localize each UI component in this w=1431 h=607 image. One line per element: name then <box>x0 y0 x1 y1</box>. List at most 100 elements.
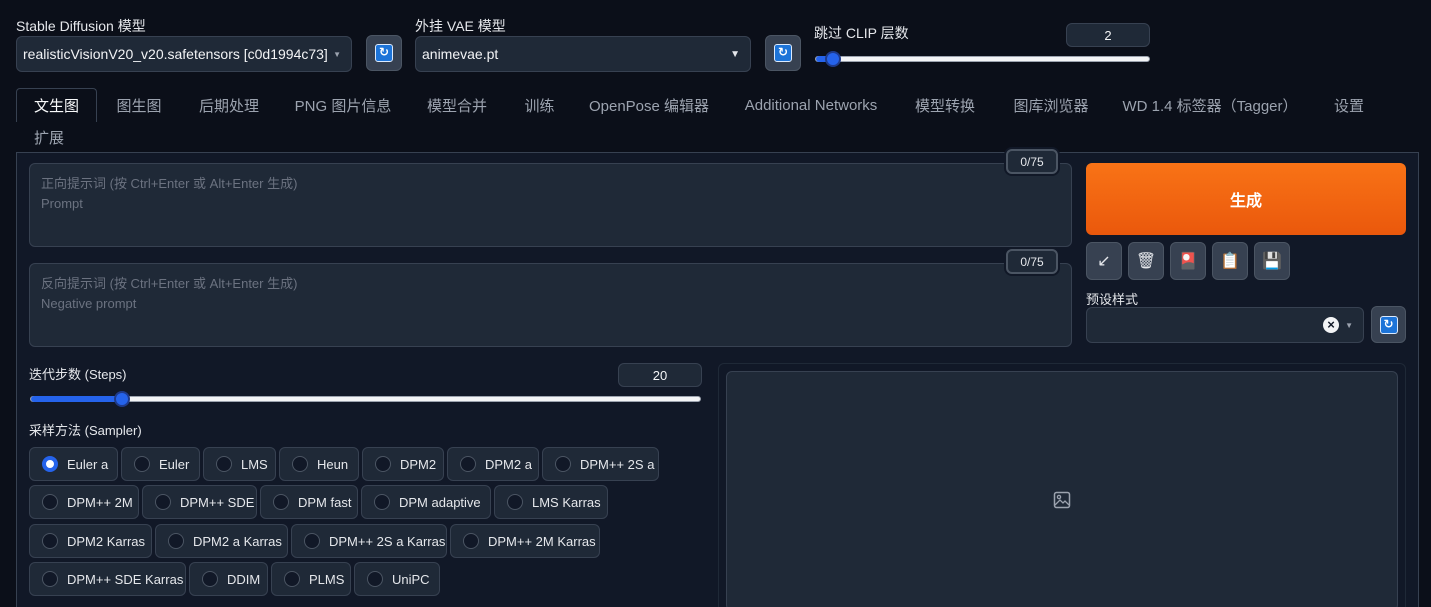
sampler-option[interactable]: DDIM <box>189 562 268 596</box>
sampler-option[interactable]: DPM++ SDE Karras <box>29 562 186 596</box>
styles-label: 预设样式 <box>1086 292 1139 307</box>
read-params-button[interactable]: ↙ <box>1086 242 1122 280</box>
sampler-option-label: Heun <box>317 456 349 472</box>
sampler-option[interactable]: DPM2 a Karras <box>155 524 288 558</box>
trash-icon: 🗑 <box>1135 253 1157 270</box>
styles-dropdown[interactable]: × ▼ <box>1086 307 1364 343</box>
tab-extensions[interactable]: 扩展 <box>16 121 82 153</box>
tab-openpose-editor[interactable]: OpenPose 编辑器 <box>578 88 720 122</box>
refresh-models-button[interactable]: ↻ <box>366 35 402 71</box>
chevron-down-icon: ▼ <box>333 49 341 59</box>
sampler-option-label: LMS <box>241 456 268 472</box>
radio-dot <box>374 494 390 510</box>
radio-dot <box>292 456 308 472</box>
steps-label: 迭代步数 (Steps) <box>29 367 127 382</box>
tab-extras[interactable]: 后期处理 <box>186 88 272 122</box>
radio-dot <box>463 533 479 549</box>
clear-icon[interactable]: × <box>1323 317 1340 333</box>
sampler-option-label: LMS Karras <box>532 494 601 510</box>
sampler-option[interactable]: Euler a <box>29 447 118 481</box>
tab-png-info[interactable]: PNG 图片信息 <box>283 88 403 122</box>
vae-dropdown[interactable]: animevae.pt ▼ <box>415 36 751 72</box>
save-style-button[interactable]: 💾 <box>1254 242 1290 280</box>
slider-thumb[interactable] <box>825 51 841 67</box>
radio-dot <box>202 571 218 587</box>
steps-slider[interactable] <box>30 391 701 407</box>
sampler-option[interactable]: DPM fast <box>260 485 358 519</box>
prompt-textarea[interactable]: 正向提示词 (按 Ctrl+Enter 或 Alt+Enter 生成) Prom… <box>29 163 1072 247</box>
radio-dot <box>42 456 58 472</box>
clipboard-icon: 📋 <box>1220 253 1240 270</box>
sampler-option[interactable]: DPM++ 2M Karras <box>450 524 600 558</box>
tab-model-converter[interactable]: 模型转换 <box>902 88 988 122</box>
tab-txt2img[interactable]: 文生图 <box>16 88 97 122</box>
slider-thumb[interactable] <box>114 391 130 407</box>
sampler-option[interactable]: LMS Karras <box>494 485 608 519</box>
negative-placeholder-en: Negative prompt <box>41 296 137 311</box>
sampler-option[interactable]: PLMS <box>271 562 351 596</box>
generate-button[interactable]: 生成 <box>1086 163 1406 235</box>
sampler-option[interactable]: DPM2 <box>362 447 444 481</box>
sampler-option-label: DPM2 a Karras <box>193 533 282 549</box>
refresh-styles-button[interactable]: ↻ <box>1371 306 1406 343</box>
sampler-option-label: DPM++ SDE Karras <box>67 571 184 587</box>
clip-skip-input[interactable]: 2 <box>1066 23 1150 47</box>
model-value: realisticVisionV20_v20.safetensors [c0d1… <box>23 46 328 62</box>
radio-dot <box>460 456 476 472</box>
radio-dot <box>284 571 300 587</box>
tab-image-browser[interactable]: 图库浏览器 <box>1000 88 1102 122</box>
refresh-icon: ↻ <box>1379 315 1398 334</box>
sampler-option[interactable]: LMS <box>203 447 276 481</box>
chevron-down-icon: ▼ <box>730 48 740 60</box>
sampler-option-label: DPM2 a <box>485 456 532 472</box>
sampler-option[interactable]: DPM++ 2M <box>29 485 139 519</box>
sampler-option[interactable]: DPM++ 2S a <box>542 447 659 481</box>
tab-tagger[interactable]: WD 1.4 标签器（Tagger） <box>1113 88 1307 122</box>
refresh-vae-button[interactable]: ↻ <box>765 35 801 71</box>
show-extra-networks-button[interactable]: 🎴 <box>1170 242 1206 280</box>
sampler-option[interactable]: DPM adaptive <box>361 485 491 519</box>
sampler-option[interactable]: DPM++ 2S a Karras <box>291 524 447 558</box>
tab-additional-networks[interactable]: Additional Networks <box>731 88 891 122</box>
sampler-option-label: DPM2 Karras <box>67 533 146 549</box>
radio-dot <box>555 456 571 472</box>
clip-skip-slider[interactable] <box>815 51 1150 67</box>
style-card-icon: 🎴 <box>1178 253 1198 270</box>
sampler-option[interactable]: DPM2 a <box>447 447 539 481</box>
tab-img2img[interactable]: 图生图 <box>104 88 174 122</box>
radio-dot <box>367 571 383 587</box>
negative-prompt-textarea[interactable]: 反向提示词 (按 Ctrl+Enter 或 Alt+Enter 生成) Nega… <box>29 263 1072 347</box>
image-icon <box>1053 491 1071 509</box>
radio-dot <box>42 571 58 587</box>
model-dropdown[interactable]: realisticVisionV20_v20.safetensors [c0d1… <box>16 36 352 72</box>
sampler-option-label: PLMS <box>309 571 345 587</box>
radio-dot <box>168 533 184 549</box>
sampler-label: 采样方法 (Sampler) <box>29 423 142 438</box>
clear-prompt-button[interactable]: 🗑 <box>1128 242 1164 280</box>
sampler-option-label: DPM++ 2S a Karras <box>329 533 446 549</box>
negative-placeholder: 反向提示词 (按 Ctrl+Enter 或 Alt+Enter 生成) <box>41 276 298 291</box>
sampler-option-label: UniPC <box>392 571 430 587</box>
tab-settings[interactable]: 设置 <box>1320 88 1378 122</box>
radio-dot <box>507 494 523 510</box>
sampler-option[interactable]: UniPC <box>354 562 440 596</box>
steps-input[interactable]: 20 <box>618 363 702 387</box>
sampler-option-label: DPM adaptive <box>399 494 481 510</box>
refresh-icon: ↻ <box>375 44 393 62</box>
sampler-option[interactable]: DPM++ SDE <box>142 485 257 519</box>
vae-label: 外挂 VAE 模型 <box>415 18 506 34</box>
prompt-placeholder: 正向提示词 (按 Ctrl+Enter 或 Alt+Enter 生成) <box>41 176 298 191</box>
prompt-placeholder-en: Prompt <box>41 196 83 211</box>
radio-dot <box>134 456 150 472</box>
sampler-option-label: DPM++ SDE <box>180 494 255 510</box>
negative-token-counter: 0/75 <box>1006 249 1058 274</box>
radio-dot <box>273 494 289 510</box>
sampler-option-label: Euler <box>159 456 190 472</box>
clip-skip-label: 跳过 CLIP 层数 <box>814 25 909 41</box>
sampler-option[interactable]: Heun <box>279 447 359 481</box>
sampler-option[interactable]: DPM2 Karras <box>29 524 152 558</box>
sampler-option[interactable]: Euler <box>121 447 200 481</box>
apply-styles-button[interactable]: 📋 <box>1212 242 1248 280</box>
tab-checkpoint-merger[interactable]: 模型合并 <box>414 88 500 122</box>
tab-train[interactable]: 训练 <box>512 88 567 122</box>
